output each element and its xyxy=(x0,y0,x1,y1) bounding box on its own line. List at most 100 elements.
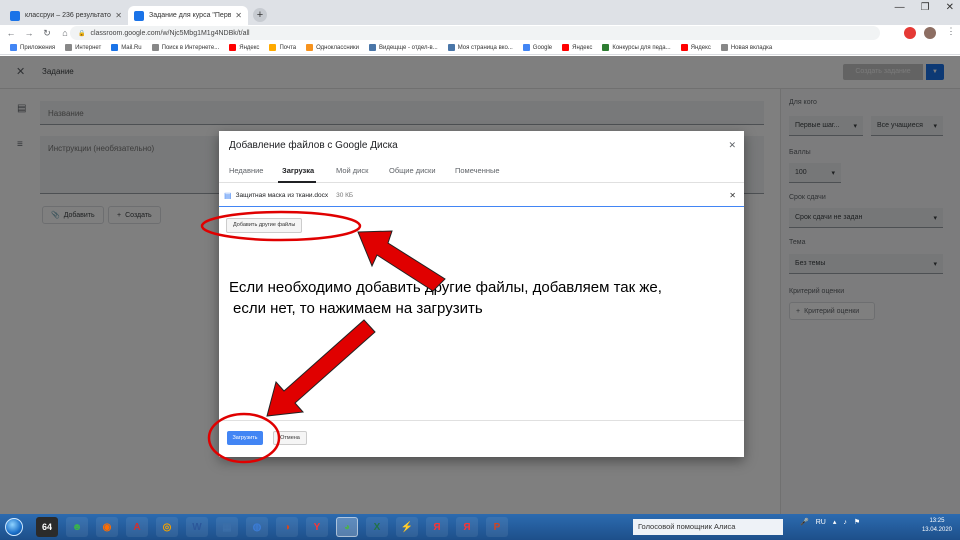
bookmark-item[interactable]: Яндекс xyxy=(680,44,711,51)
lock-icon: 🔒 xyxy=(78,30,86,37)
tab-recent[interactable]: Недавние xyxy=(229,166,263,175)
bookmark-label: Интернет xyxy=(75,44,102,51)
taskbar-clock[interactable]: 13:25 13.04.2020 xyxy=(922,517,952,535)
bookmark-icon xyxy=(447,44,455,51)
yandex-icon[interactable]: Я xyxy=(426,517,448,537)
firefox-icon[interactable]: ◉ xyxy=(96,517,118,537)
browser-menu-icon[interactable]: ⋮ xyxy=(944,26,958,37)
bookmark-icon xyxy=(368,44,376,51)
windows-logo-icon xyxy=(5,518,23,536)
bookmark-label: Яндекс xyxy=(239,44,260,51)
minimize-button[interactable]: — xyxy=(895,2,905,13)
bookmark-icon xyxy=(65,44,73,51)
address-bar-row: ← → ↻ ⌂ 🔒 classroom.google.com/w/Njc5Mbg… xyxy=(0,25,960,41)
adblock-extension-icon[interactable] xyxy=(904,27,916,39)
voice-assistant-box[interactable]: Голосовой помощник Алиса xyxy=(633,519,783,535)
word-icon[interactable]: W xyxy=(186,517,208,537)
bookmark-label: Почта xyxy=(279,44,297,51)
bookmark-item[interactable]: Google xyxy=(522,44,553,51)
close-window-button[interactable]: ✕ xyxy=(946,2,954,13)
media-icon[interactable]: ◑ xyxy=(276,517,298,537)
tab-upload[interactable]: Загрузка xyxy=(282,166,314,175)
clock-time: 13:25 xyxy=(929,518,945,524)
volume-icon[interactable]: ♪ xyxy=(843,519,847,526)
bookmark-item[interactable]: Поиск в Интернете... xyxy=(151,44,220,51)
annotation-line-2: если нет, то нажимаем на загрузить xyxy=(233,300,483,317)
forward-arrow-icon[interactable]: → xyxy=(22,28,36,38)
bookmark-label: Google xyxy=(532,44,553,51)
excel-icon[interactable]: X xyxy=(366,517,388,537)
language-indicator[interactable]: RU xyxy=(816,519,826,526)
acrobat-icon[interactable]: A xyxy=(126,517,148,537)
bookmark-label: Моя страница вко... xyxy=(457,44,513,51)
bookmark-item[interactable]: Моя страница вко... xyxy=(447,44,513,51)
tab-label: классруи – 236 результатов. По xyxy=(25,12,111,19)
bookmark-icon xyxy=(111,44,119,51)
bookmark-label: Одноклассники xyxy=(316,44,359,51)
powerpoint-icon[interactable]: P xyxy=(486,517,508,537)
bookmark-label: Яндекс xyxy=(690,44,711,51)
network-icon[interactable]: ▴ xyxy=(833,518,837,526)
photo-icon[interactable]: ◎ xyxy=(156,517,178,537)
tab-close-icon[interactable]: ✕ xyxy=(235,11,242,20)
picker-tabs: Недавние Загрузка Мой диск Общие диски П… xyxy=(219,161,744,183)
bookmark-icon xyxy=(562,44,570,51)
browser-tab-search[interactable]: классруи – 236 результатов. По ✕ xyxy=(4,6,128,25)
bookmark-item[interactable]: Приложения xyxy=(10,44,55,51)
control-icon[interactable]: ◍ xyxy=(246,517,268,537)
bookmark-item[interactable]: Яндекс xyxy=(229,44,259,51)
url-bar[interactable]: 🔒 classroom.google.com/w/Njc5Mbg1M1g4NDB… xyxy=(70,26,880,40)
browser-tab-strip: классруи – 236 результатов. По ✕ Задание… xyxy=(0,0,960,25)
cancel-button[interactable]: Отмена xyxy=(273,431,307,445)
bookmark-item[interactable]: Интернет xyxy=(65,44,101,51)
tab-label: Задание для курса "Первые ша xyxy=(149,12,232,19)
close-icon[interactable]: ✕ xyxy=(728,140,736,151)
taskbar-apps: 64 ☻ ◉ A ◎ W ▦ ◍ ◑ Y ◕ X ⚡ Я Я P xyxy=(28,517,508,537)
bookmark-item[interactable]: Новая вкладка xyxy=(720,44,772,51)
reload-icon[interactable]: ↻ xyxy=(40,28,54,39)
bookmark-icon xyxy=(151,44,159,51)
tab-shared-drives[interactable]: Общие диски xyxy=(389,166,436,175)
bookmark-icon xyxy=(522,44,530,51)
google-favicon-icon xyxy=(10,10,20,21)
classroom-favicon-icon xyxy=(134,10,144,21)
bookmarks-bar: Приложения Интернет Mail.Ru Поиск в Интерне… xyxy=(0,41,960,55)
file-size: 30 КБ xyxy=(336,192,354,199)
url-text: classroom.google.com/w/Njc5Mbg1M1g4NDBk/… xyxy=(90,29,250,37)
start-button[interactable] xyxy=(0,514,28,540)
dialog-footer: Загрузить Отмена xyxy=(219,420,744,457)
bookmark-item[interactable]: Почта xyxy=(269,44,296,51)
gallery-icon[interactable]: ▦ xyxy=(216,517,238,537)
bookmark-item[interactable]: Конкурсы для педа... xyxy=(602,44,671,51)
back-arrow-icon[interactable]: ← xyxy=(4,28,18,38)
bookmark-item[interactable]: Одноклассники xyxy=(306,44,359,51)
bookmark-item[interactable]: Mail.Ru xyxy=(111,44,142,51)
microphone-icon[interactable]: 🎤 xyxy=(800,518,809,526)
new-tab-button[interactable]: + xyxy=(253,8,267,22)
maximize-button[interactable]: ❐ xyxy=(921,2,930,13)
chrome-icon[interactable]: ◕ xyxy=(336,517,358,537)
add-other-files-button[interactable]: Добавить другие файлы xyxy=(226,218,303,233)
bookmark-label: Поиск в Интернете... xyxy=(161,44,220,51)
bookmark-icon xyxy=(229,44,237,51)
yandex-icon-2[interactable]: Я xyxy=(456,517,478,537)
dialog-title: Добавление файлов с Google Диска xyxy=(229,140,398,151)
agent-icon[interactable]: ☻ xyxy=(66,517,88,537)
yandex-browser-icon[interactable]: Y xyxy=(306,517,328,537)
lightning-icon[interactable]: ⚡ xyxy=(396,517,418,537)
active-tab-indicator xyxy=(278,181,316,183)
file-name: Защитная маска из ткани.docx xyxy=(235,192,329,199)
system-icon[interactable]: 64 xyxy=(36,517,58,537)
bookmark-item[interactable]: Видещще - отдел-в... xyxy=(368,44,438,51)
browser-tab-classroom[interactable]: Задание для курса "Первые ша ✕ xyxy=(128,6,248,25)
bookmark-item[interactable]: Яндекс xyxy=(562,44,592,51)
tab-close-icon[interactable]: ✕ xyxy=(115,11,122,20)
bookmark-label: Mail.Ru xyxy=(121,44,142,51)
tab-starred[interactable]: Помеченные xyxy=(455,166,500,175)
tab-my-drive[interactable]: Мой диск xyxy=(336,166,368,175)
upload-button[interactable]: Загрузить xyxy=(227,431,263,445)
bookmark-label: Видещще - отдел-в... xyxy=(378,44,438,51)
profile-avatar-icon[interactable] xyxy=(924,27,936,39)
remove-file-icon[interactable]: ✕ xyxy=(729,191,736,200)
flag-icon[interactable]: ⚑ xyxy=(854,518,860,526)
